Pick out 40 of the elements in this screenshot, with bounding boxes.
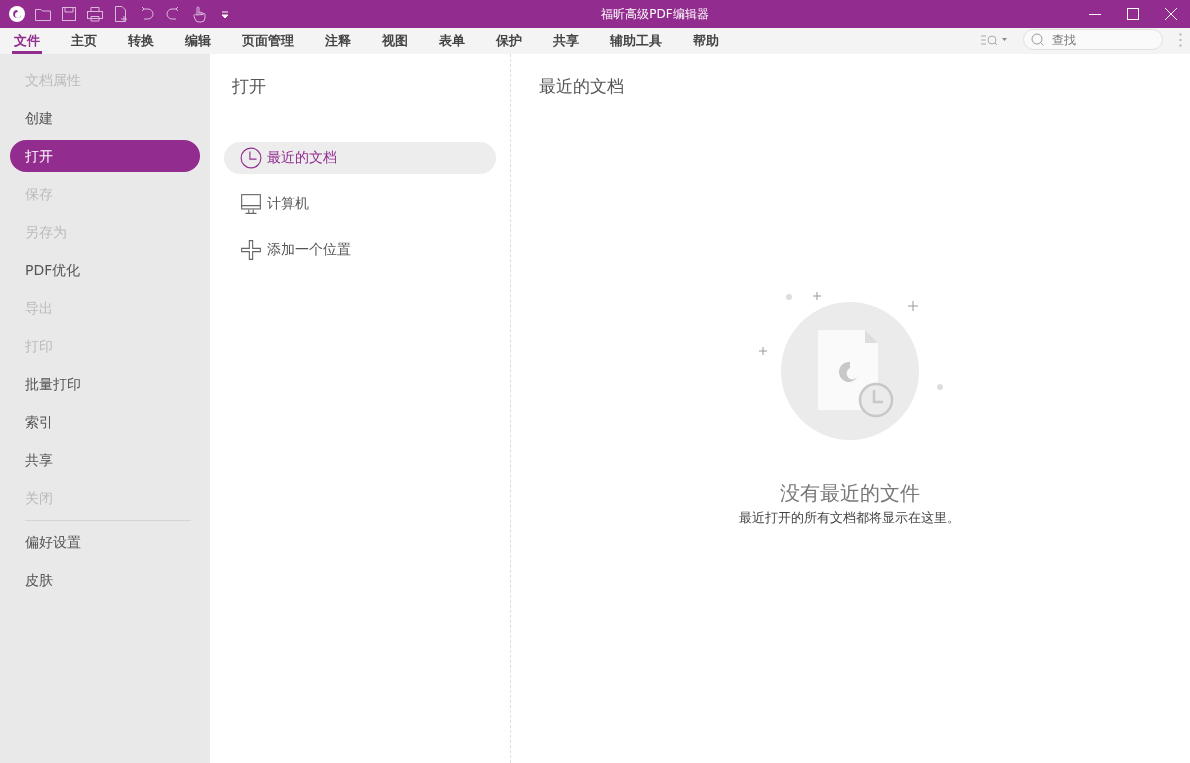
menu-tab[interactable]: 表单 [437, 30, 467, 54]
search-field[interactable]: 查找 [1023, 29, 1163, 50]
new-file-icon[interactable] [112, 5, 130, 23]
menu-tab[interactable]: 注释 [323, 30, 353, 54]
sidebar-item[interactable]: 皮肤 [10, 564, 200, 596]
monitor-icon [240, 192, 262, 215]
sidebar-item[interactable]: 批量打印 [10, 368, 200, 400]
save-icon[interactable] [60, 5, 78, 23]
menu-tab[interactable]: 主页 [69, 30, 99, 54]
menu-tab[interactable]: 编辑 [183, 30, 213, 54]
location-item[interactable]: 添加一个位置 [224, 233, 496, 266]
panel-title: 最近的文档 [539, 75, 625, 98]
window-title: 福昕高级PDF编辑器 [600, 6, 710, 23]
menu-tab[interactable]: 帮助 [691, 30, 721, 54]
search-icon [1031, 33, 1044, 46]
print-icon[interactable] [86, 5, 104, 23]
sidebar-item[interactable]: 索引 [10, 406, 200, 438]
close-icon [1165, 8, 1177, 20]
app-logo-icon[interactable] [8, 5, 26, 23]
menu-tab[interactable]: 保护 [494, 30, 524, 54]
location-item[interactable]: 最近的文档 [224, 141, 496, 174]
sidebar-item[interactable]: 打开 [10, 140, 200, 172]
location-item[interactable]: 计算机 [224, 187, 496, 220]
menu-tab[interactable]: 页面管理 [240, 30, 296, 54]
menu-tab[interactable]: 视图 [380, 30, 410, 54]
maximize-icon [1127, 8, 1139, 20]
sidebar-item[interactable]: 创建 [10, 102, 200, 134]
sidebar-item[interactable]: 偏好设置 [10, 526, 200, 558]
panel-title: 打开 [232, 75, 267, 98]
empty-state-message: 最近打开的所有文档都将显示在这里。 [739, 508, 960, 527]
plus-icon [240, 238, 262, 261]
menu-tab[interactable]: 共享 [551, 30, 581, 54]
sidebar-item[interactable]: PDF优化 [10, 254, 200, 286]
menu-tab[interactable]: 转换 [126, 30, 156, 54]
sidebar-item[interactable]: 共享 [10, 444, 200, 476]
view-mode-icon[interactable] [981, 33, 1007, 46]
empty-state-title: 没有最近的文件 [779, 479, 920, 507]
clock-icon [240, 146, 262, 169]
menu-tab[interactable]: 辅助工具 [608, 30, 664, 54]
hand-icon[interactable] [190, 5, 208, 23]
